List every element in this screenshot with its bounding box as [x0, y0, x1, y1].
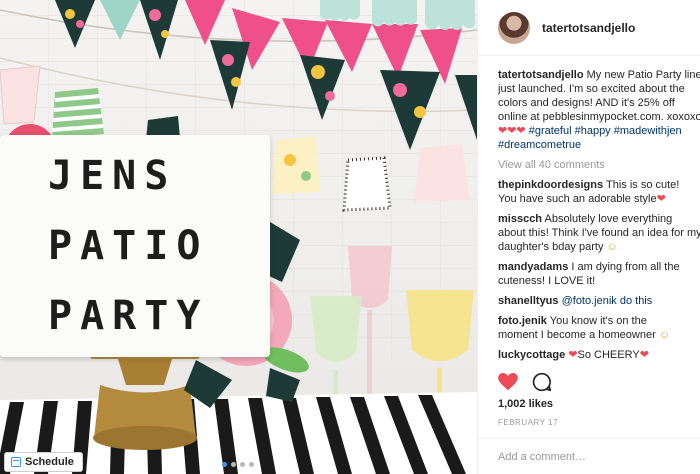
comments-list: tatertotsandjello My new Patio Party lin… [498, 68, 700, 368]
comment-item: shanelltyus @foto.jenik do this [498, 294, 700, 308]
smile-emoji: ☺ [658, 329, 671, 341]
post-photo[interactable]: JENS PATIO PARTY Schedule [0, 0, 477, 474]
comment-text: cuteness! I LOVE it! [498, 275, 596, 287]
caption-username[interactable]: tatertotsandjello [498, 69, 584, 81]
header-username[interactable]: tatertotsandjello [542, 21, 635, 35]
comment-text: So CHEERY [577, 349, 640, 361]
add-comment-input[interactable]: Add a comment… [478, 438, 700, 474]
post-side-panel: tatertotsandjello tatertotsandjello My n… [477, 0, 700, 474]
carousel-dot[interactable] [222, 462, 227, 467]
comment-username[interactable]: mandyadams [498, 261, 568, 273]
hashtag[interactable]: #grateful [529, 125, 572, 137]
caption-text-line-4: online at pebblesinmypocket.com. xoxoxo [498, 111, 700, 123]
carousel-dots [222, 462, 254, 467]
gold-cake-stand [90, 345, 200, 450]
caption-text-line-1: My new Patio Party line [586, 69, 700, 81]
post-actions [498, 372, 552, 392]
heart-emoji: ❤ [656, 193, 666, 205]
comment-item: thepinkdoordesigns This is so cute! You … [498, 178, 700, 206]
view-all-comments-link[interactable]: View all 40 comments [498, 158, 700, 172]
hashtag[interactable]: #happy [575, 125, 611, 137]
comment-username[interactable]: misscch [498, 213, 542, 225]
hashtag[interactable]: #madewithjen [614, 125, 682, 137]
comment-username[interactable]: foto.jenik [498, 315, 547, 327]
post-header: tatertotsandjello [478, 0, 700, 56]
caption-text-line-2: just launched. I'm so excited about the [498, 83, 685, 95]
carousel-dot[interactable] [231, 462, 236, 467]
comment-text: about this! Think I've found an idea for… [498, 227, 700, 239]
comment-text: I am dying from all the [571, 261, 680, 273]
comment-text: You know it's on the [549, 315, 647, 327]
caption-hearts: ❤❤❤ [498, 125, 526, 137]
hashtag[interactable]: #dreamcometrue [498, 139, 581, 151]
heart-emoji: ❤ [568, 349, 578, 361]
comment-text: You have such an adorable style [498, 193, 657, 205]
lightbox-sign: JENS PATIO PARTY [0, 135, 270, 357]
comment-bubble-icon[interactable] [532, 372, 552, 392]
bunting-flags [55, 0, 477, 150]
schedule-button[interactable]: Schedule [4, 452, 83, 472]
comment-item: foto.jenik You know it's on the moment I… [498, 314, 700, 342]
comment-item: luckycottage ❤So CHEERY❤ [498, 348, 700, 362]
post-date: FEBRUARY 17 [498, 418, 558, 427]
comment-text: This is so cute! [605, 179, 680, 191]
comment-text: daughter's bday party [498, 241, 604, 253]
comment-text[interactable]: @foto.jenik do this [562, 295, 653, 307]
comment-item: mandyadams I am dying from all the cuten… [498, 260, 700, 288]
calendar-icon [11, 457, 21, 467]
likes-count[interactable]: 1,002 likes [498, 398, 553, 410]
comment-username[interactable]: shanelltyus [498, 295, 559, 307]
comment-text: Absolutely love everything [544, 213, 673, 225]
like-heart-icon[interactable] [498, 373, 518, 391]
carousel-dot[interactable] [240, 462, 245, 467]
comment-username[interactable]: thepinkdoordesigns [498, 179, 603, 191]
comment-item: misscch Absolutely love everything about… [498, 212, 700, 254]
comment-username[interactable]: luckycottage [498, 349, 565, 361]
caption: tatertotsandjello My new Patio Party lin… [498, 68, 700, 152]
lightbox-line-2: PATIO [48, 223, 209, 269]
smile-emoji: ☺ [606, 241, 618, 253]
lightbox-line-3: PARTY [48, 293, 209, 339]
avatar[interactable] [498, 11, 530, 44]
comment-text: moment I become a homeowner [498, 329, 656, 341]
caption-text-line-3: colors and designs! AND it's 25% off [498, 97, 675, 109]
schedule-label: Schedule [25, 456, 74, 468]
carousel-dot[interactable] [249, 462, 254, 467]
heart-emoji: ❤ [639, 349, 649, 361]
lightbox-line-1: JENS [48, 153, 177, 199]
